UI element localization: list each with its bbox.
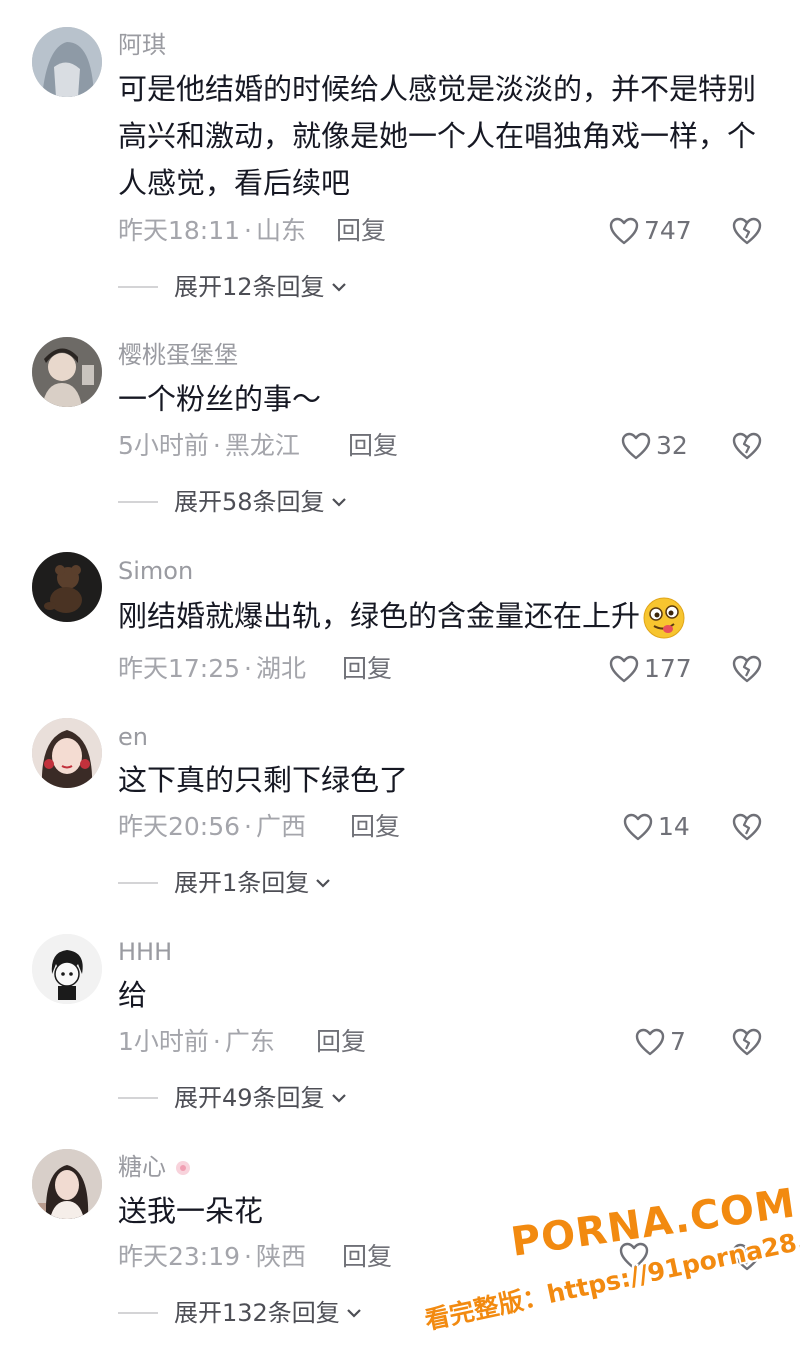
expand-replies-button[interactable]: 展开12条回复 <box>118 271 349 303</box>
like-count: 177 <box>644 654 692 683</box>
separator: · <box>244 654 252 683</box>
like-button[interactable]: 747 <box>608 214 692 248</box>
reply-button[interactable]: 回复 <box>342 1240 392 1274</box>
reply-button[interactable]: 回复 <box>350 810 400 844</box>
chevron-down-icon <box>347 1309 361 1318</box>
divider-line <box>118 1312 158 1314</box>
avatar[interactable] <box>32 1149 102 1219</box>
like-count: 32 <box>656 431 688 460</box>
like-button[interactable]: 177 <box>608 652 692 686</box>
comment-text-body: 刚结婚就爆出轨，绿色的含金量还在上升 <box>118 599 641 633</box>
broken-heart-icon[interactable] <box>731 811 763 843</box>
comment-location: 湖北 <box>256 654 307 683</box>
comment-meta: 1小时前 · 广东 <box>118 1025 275 1059</box>
avatar[interactable] <box>32 718 102 788</box>
like-count: 747 <box>644 216 692 245</box>
username[interactable]: Simon <box>118 556 193 586</box>
divider-line <box>118 501 158 503</box>
expand-replies-button[interactable]: 展开132条回复 <box>118 1297 364 1329</box>
heart-outline-icon <box>623 813 653 841</box>
comment-meta: 昨天17:25 · 湖北 <box>118 652 306 686</box>
separator: · <box>212 1027 221 1056</box>
avatar[interactable] <box>32 337 102 407</box>
comment-time: 昨天18:11 <box>118 216 241 245</box>
comment-text: 一个粉丝的事～ <box>118 382 322 416</box>
comment-text: 这下真的只剩下绿色了 <box>118 763 409 797</box>
expand-replies-button[interactable]: 展开1条回复 <box>118 867 333 899</box>
heart-outline-icon <box>609 217 639 245</box>
divider-line <box>118 286 158 288</box>
like-button[interactable]: 32 <box>620 429 688 463</box>
like-count: 14 <box>658 812 690 841</box>
avatar[interactable] <box>32 552 102 622</box>
chevron-down-icon <box>331 1094 346 1103</box>
comment-text: 给 <box>118 978 148 1012</box>
comment-location: 广西 <box>256 812 307 841</box>
comment-text: 可是他结婚的时候给人感觉是淡淡的，并不是特别高兴和激动，就像是她一个人在唱独角戏… <box>118 72 757 200</box>
reply-button[interactable]: 回复 <box>348 429 398 463</box>
heart-outline-icon <box>609 655 639 683</box>
avatar[interactable] <box>32 27 102 97</box>
divider-line <box>118 882 158 884</box>
like-button[interactable]: 14 <box>622 810 690 844</box>
comment-location: 陕西 <box>256 1242 307 1271</box>
reply-button[interactable]: 回复 <box>336 214 386 248</box>
comment-time: 昨天17:25 <box>118 654 241 683</box>
like-count: 7 <box>670 1027 686 1056</box>
heart-outline-icon <box>621 432 651 460</box>
comment-meta: 5小时前 · 黑龙江 <box>118 429 300 463</box>
drool-emoji-icon <box>643 597 685 639</box>
comment-time: 昨天20:56 <box>118 812 241 841</box>
expand-replies-button[interactable]: 展开49条回复 <box>118 1082 349 1114</box>
username[interactable]: 阿琪 <box>118 30 166 60</box>
heart-outline-icon <box>635 1028 665 1056</box>
separator: · <box>244 1242 252 1271</box>
username[interactable]: 糖心 <box>118 1152 194 1182</box>
chevron-down-icon <box>316 879 331 888</box>
comment-text: 刚结婚就爆出轨，绿色的含金量还在上升 <box>118 593 778 640</box>
like-button[interactable]: 7 <box>634 1025 686 1059</box>
expand-replies-button[interactable]: 展开58条回复 <box>118 486 349 518</box>
expand-label: 展开132条回复 <box>174 1299 340 1327</box>
expand-label: 展开49条回复 <box>174 1084 325 1112</box>
divider-line <box>118 1097 158 1099</box>
reply-button[interactable]: 回复 <box>316 1025 366 1059</box>
flower-icon <box>176 1161 190 1175</box>
comment-meta: 昨天20:56 · 广西 <box>118 810 306 844</box>
chevron-down-icon <box>331 498 346 507</box>
username[interactable]: 樱桃蛋堡堡 <box>118 340 238 370</box>
username[interactable]: HHH <box>118 937 172 967</box>
comment-meta: 昨天18:11 · 山东 <box>118 214 306 248</box>
broken-heart-icon[interactable] <box>731 653 763 685</box>
reply-button[interactable]: 回复 <box>342 652 392 686</box>
username[interactable]: en <box>118 722 148 752</box>
broken-heart-icon[interactable] <box>731 430 763 462</box>
comment-time: 昨天23:19 <box>118 1242 241 1271</box>
avatar[interactable] <box>32 934 102 1004</box>
broken-heart-icon[interactable] <box>731 215 763 247</box>
expand-label: 展开58条回复 <box>174 488 325 516</box>
expand-label: 展开12条回复 <box>174 273 325 301</box>
comment-location: 黑龙江 <box>224 431 300 460</box>
username-text: 糖心 <box>118 1153 166 1181</box>
separator: · <box>212 431 221 460</box>
comment-meta: 昨天23:19 · 陕西 <box>118 1240 306 1274</box>
separator: · <box>244 216 252 245</box>
comment-time: 5小时前 <box>118 431 209 460</box>
broken-heart-icon[interactable] <box>731 1026 763 1058</box>
comment-location: 山东 <box>256 216 307 245</box>
separator: · <box>244 812 252 841</box>
comment-location: 广东 <box>224 1027 275 1056</box>
comment-time: 1小时前 <box>118 1027 209 1056</box>
expand-label: 展开1条回复 <box>174 869 310 897</box>
chevron-down-icon <box>331 283 346 292</box>
